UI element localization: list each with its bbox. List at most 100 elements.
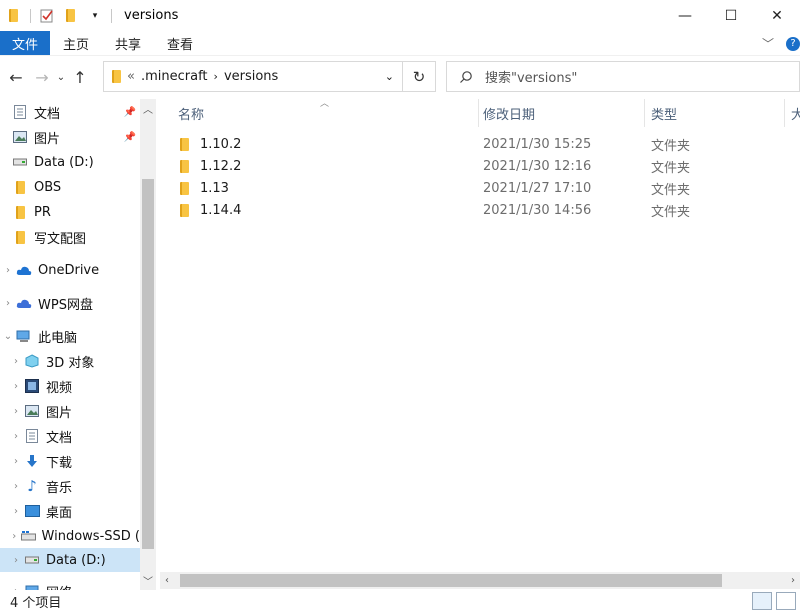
nav-item-this-pc[interactable]: ⌄ 此电脑	[0, 324, 140, 348]
expand-chevron-icon[interactable]: ›	[0, 265, 16, 276]
search-placeholder: 搜索"versions"	[485, 71, 578, 86]
file-name: 1.14.4	[200, 202, 242, 218]
scroll-down-arrow-icon[interactable]: ﹀	[140, 573, 156, 588]
folder-icon	[180, 199, 189, 221]
tab-home[interactable]: 主页	[50, 31, 102, 55]
nav-item-3d-objects[interactable]: › 3D 对象	[0, 349, 140, 373]
nav-item-onedrive[interactable]: › OneDrive	[0, 258, 140, 282]
large-icons-view-button[interactable]	[776, 592, 796, 610]
forward-button[interactable]: →	[29, 68, 55, 87]
search-box[interactable]: 搜索"versions"	[446, 61, 800, 92]
nav-label: 桌面	[46, 505, 73, 521]
nav-label: 写文配图	[34, 231, 87, 247]
expand-chevron-icon[interactable]: ›	[8, 456, 24, 467]
nav-item-obs[interactable]: OBS	[0, 175, 140, 199]
nav-item-music[interactable]: › ♪ 音乐	[0, 474, 140, 498]
collapse-chevron-icon[interactable]: ⌄	[0, 331, 16, 342]
tab-view[interactable]: 查看	[154, 31, 206, 55]
file-date: 2021/1/30 14:56	[483, 202, 592, 218]
column-header-type[interactable]: 类型	[651, 99, 781, 127]
column-divider[interactable]	[784, 99, 785, 127]
file-row[interactable]: 1.10.2 2021/1/30 15:25 文件夹	[160, 133, 800, 155]
scroll-left-arrow-icon[interactable]: ‹	[165, 572, 169, 589]
nav-item-documents[interactable]: 文档 📌	[0, 100, 140, 124]
nav-scroll-thumb[interactable]	[142, 179, 154, 549]
expand-chevron-icon[interactable]: ›	[0, 298, 16, 309]
back-button[interactable]: ←	[3, 68, 29, 87]
tab-file[interactable]: 文件	[0, 31, 51, 55]
file-row[interactable]: 1.13 2021/1/27 17:10 文件夹	[160, 177, 800, 199]
expand-chevron-icon[interactable]: ›	[8, 506, 24, 517]
column-divider[interactable]	[478, 99, 479, 127]
breadcrumb-versions[interactable]: versions	[224, 69, 278, 84]
address-dropdown-icon[interactable]: ⌄	[385, 70, 394, 83]
expand-chevron-icon[interactable]: ›	[8, 356, 24, 367]
nav-item-wps-drive[interactable]: › WPS网盘	[0, 291, 140, 315]
expand-chevron-icon[interactable]: ›	[8, 406, 24, 417]
separator	[111, 8, 112, 23]
3d-objects-icon	[24, 353, 40, 369]
tab-share[interactable]: 共享	[102, 31, 154, 55]
breadcrumb-minecraft[interactable]: .minecraft	[141, 69, 208, 84]
scroll-up-arrow-icon[interactable]: ︿	[140, 101, 156, 116]
expand-chevron-icon[interactable]: ›	[8, 481, 24, 492]
documents-icon	[12, 104, 28, 120]
nav-item-documents-pc[interactable]: › 文档	[0, 424, 140, 448]
properties-icon[interactable]	[39, 8, 55, 24]
customize-toolbar-icon[interactable]: ▾	[87, 8, 103, 24]
expand-ribbon-icon[interactable]: ﹀	[762, 35, 774, 52]
close-button[interactable]: ✕	[754, 0, 800, 31]
details-view-button[interactable]	[752, 592, 772, 610]
downloads-icon	[24, 453, 40, 469]
nav-scrollbar[interactable]: ︿ ﹀	[140, 99, 156, 590]
nav-item-windows-ssd[interactable]: › Windows-SSD (	[0, 524, 140, 548]
horizontal-scrollbar[interactable]: ‹ ›	[160, 572, 800, 589]
maximize-button[interactable]: ☐	[708, 0, 754, 31]
file-row[interactable]: 1.12.2 2021/1/30 12:16 文件夹	[160, 155, 800, 177]
expand-chevron-icon[interactable]: ›	[8, 531, 21, 542]
nav-label: 网络	[46, 582, 72, 591]
search-icon	[460, 70, 472, 83]
ribbon: 文件 主页 共享 查看 ﹀ ?	[0, 31, 800, 56]
file-date: 2021/1/27 17:10	[483, 180, 592, 196]
nav-label: OneDrive	[38, 262, 100, 278]
breadcrumb-overflow[interactable]: «	[127, 69, 135, 84]
nav-item-data-drive[interactable]: Data (D:)	[0, 150, 140, 174]
file-type: 文件夹	[651, 204, 691, 220]
nav-item-pr[interactable]: PR	[0, 200, 140, 224]
column-divider[interactable]	[644, 99, 645, 127]
file-row[interactable]: 1.14.4 2021/1/30 14:56 文件夹	[160, 199, 800, 221]
breadcrumb-chevron-icon[interactable]: ›	[214, 70, 218, 83]
expand-chevron-icon[interactable]: ›	[8, 381, 24, 392]
address-bar[interactable]: « .minecraft › versions ⌄	[103, 61, 403, 92]
expand-chevron-icon[interactable]: ›	[8, 555, 24, 566]
recent-locations-icon[interactable]: ⌄	[55, 72, 67, 83]
column-header-name[interactable]: 名称	[178, 99, 478, 127]
nav-item-pictures[interactable]: 图片 📌	[0, 125, 140, 149]
nav-item-pictures-pc[interactable]: › 图片	[0, 399, 140, 423]
folder-icon	[112, 70, 121, 83]
music-icon: ♪	[27, 477, 37, 495]
expand-chevron-icon[interactable]: ›	[8, 431, 24, 442]
refresh-button[interactable]: ↻	[403, 61, 436, 92]
nav-item-desktop[interactable]: › 桌面	[0, 499, 140, 523]
nav-item-article-images[interactable]: 写文配图	[0, 225, 140, 249]
nav-item-network[interactable]: › 网络	[0, 579, 140, 590]
nav-item-data-drive-pc[interactable]: › Data (D:)	[0, 548, 140, 572]
cloud-icon	[16, 262, 32, 278]
minimize-button[interactable]: —	[662, 0, 708, 31]
up-button[interactable]: ↑	[67, 68, 93, 87]
pin-icon[interactable]: 📌	[124, 132, 136, 143]
horizontal-scroll-thumb[interactable]	[180, 574, 722, 587]
folder-icon	[180, 177, 189, 199]
scroll-right-arrow-icon[interactable]: ›	[791, 572, 795, 589]
column-header-size[interactable]: 大	[791, 99, 800, 127]
column-header-date[interactable]: 修改日期	[483, 99, 643, 127]
file-list: ︿ 名称 修改日期 类型 大 1.10.2 2021/1/30 15:25 文件…	[160, 99, 800, 572]
nav-item-videos[interactable]: › 视频	[0, 374, 140, 398]
new-folder-icon[interactable]	[63, 8, 79, 24]
nav-item-downloads[interactable]: › 下载	[0, 449, 140, 473]
pin-icon[interactable]: 📌	[124, 107, 136, 118]
help-icon[interactable]: ?	[786, 36, 800, 51]
file-type: 文件夹	[651, 182, 691, 198]
